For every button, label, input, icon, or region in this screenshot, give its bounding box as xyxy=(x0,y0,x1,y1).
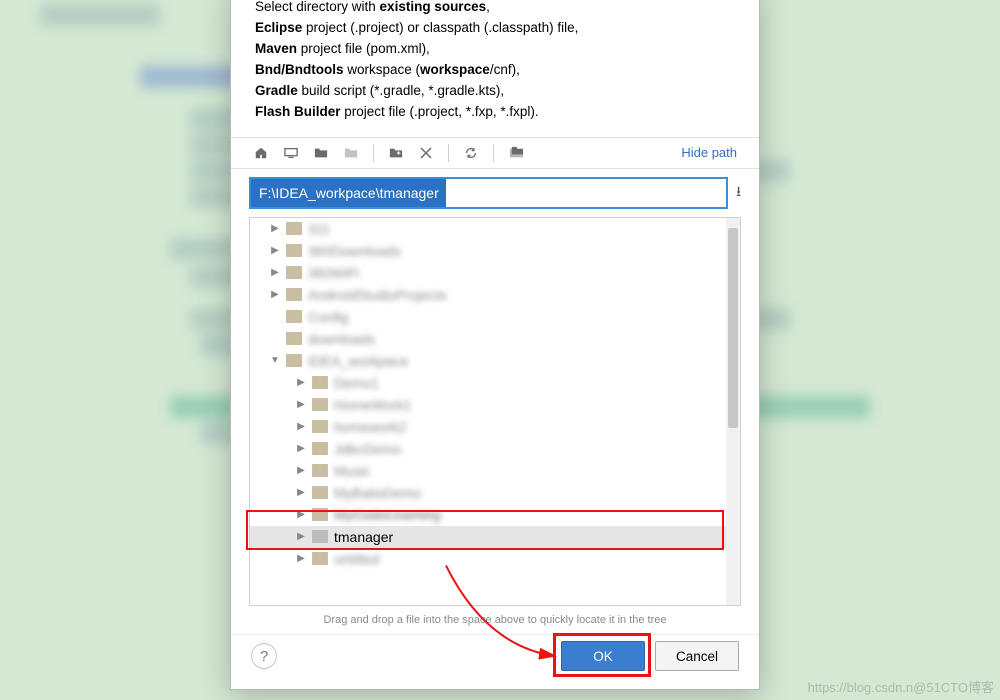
path-input[interactable]: F:\IDEA_workpace\tmanager xyxy=(249,177,728,209)
scrollbar-thumb[interactable] xyxy=(728,228,738,428)
path-row: F:\IDEA_workpace\tmanager ⭳ xyxy=(231,169,759,213)
tree-item[interactable]: ▶ homework2 xyxy=(250,416,740,438)
folder-icon xyxy=(286,266,302,279)
ok-button[interactable]: OK xyxy=(561,641,645,671)
tree-item-label: 311 xyxy=(308,221,330,237)
tree-item[interactable]: ▶ JdbcDemo xyxy=(250,438,740,460)
folder-icon xyxy=(312,464,328,477)
folder-icon xyxy=(286,310,302,323)
drag-drop-hint: Drag and drop a file into the space abov… xyxy=(231,608,759,634)
tree-item[interactable]: ▶ MyBatisDemo xyxy=(250,482,740,504)
expand-icon[interactable]: ▶ xyxy=(296,509,306,520)
tree-item-label: Music xyxy=(334,463,371,479)
tree-item-selected[interactable]: ▶ tmanager xyxy=(250,526,740,548)
tree-item[interactable]: Config xyxy=(250,306,740,328)
tree-item-label: 360WiFi xyxy=(308,265,359,281)
expand-icon[interactable]: ▶ xyxy=(296,443,306,454)
tree-item-label: Config xyxy=(308,309,348,325)
separator xyxy=(493,144,494,162)
tree-item[interactable]: ▼ IDEA_workpace xyxy=(250,350,740,372)
tree-item-label: HomeWork1 xyxy=(334,397,412,413)
expand-icon[interactable]: ▶ xyxy=(296,421,306,432)
folder-icon xyxy=(312,376,328,389)
help-button[interactable]: ? xyxy=(251,643,277,669)
folder-icon xyxy=(286,244,302,257)
tree-item-label: JdbcDemo xyxy=(334,441,401,457)
tree-item-label: AndroidStudioProjects xyxy=(308,287,447,303)
cancel-button[interactable]: Cancel xyxy=(655,641,739,671)
tree-item[interactable]: ▶ 360WiFi xyxy=(250,262,740,284)
expand-icon[interactable]: ▶ xyxy=(296,487,306,498)
tree-item[interactable]: ▶ HomeWork1 xyxy=(250,394,740,416)
dialog-button-row: ? OK Cancel xyxy=(231,634,759,689)
expand-icon[interactable]: ▶ xyxy=(270,289,280,300)
folder-icon xyxy=(312,420,328,433)
hide-path-link[interactable]: Hide path xyxy=(681,145,737,160)
tree-item-label: IDEA_workpace xyxy=(308,353,408,369)
delete-icon[interactable] xyxy=(418,145,434,161)
expand-icon[interactable]: ▶ xyxy=(270,267,280,278)
watermark: https://blog.csdn.n@51CTO博客 xyxy=(808,677,994,696)
expand-icon[interactable]: ▶ xyxy=(270,223,280,234)
tree-item[interactable]: ▶ Music xyxy=(250,460,740,482)
expand-icon[interactable]: ▶ xyxy=(296,399,306,410)
tree-item-label: downloads xyxy=(308,331,375,347)
import-project-dialog: Select directory with existing sources, … xyxy=(230,0,760,690)
file-chooser-toolbar: Hide path xyxy=(231,137,759,169)
tree-item-label: tmanager xyxy=(334,529,393,545)
project-icon[interactable] xyxy=(313,145,329,161)
folder-icon xyxy=(312,486,328,499)
expand-icon[interactable]: ▶ xyxy=(296,465,306,476)
expand-icon[interactable]: ▶ xyxy=(296,377,306,388)
folder-icon xyxy=(312,530,328,543)
module-icon[interactable] xyxy=(343,145,359,161)
instructions-text: Select directory with existing sources, … xyxy=(231,0,759,137)
expand-icon[interactable]: ▶ xyxy=(296,531,306,542)
tree-item[interactable]: ▶ Demo1 xyxy=(250,372,740,394)
separator xyxy=(448,144,449,162)
show-hidden-icon[interactable] xyxy=(508,145,524,161)
tree-item[interactable]: ▶ untitled xyxy=(250,548,740,570)
directory-tree[interactable]: ▶ 311 ▶ 360Downloads ▶ 360WiFi ▶ AndroidStudioP… xyxy=(249,217,741,606)
expand-icon[interactable]: ▶ xyxy=(270,245,280,256)
tree-item[interactable]: ▶ 311 xyxy=(250,218,740,240)
tree-item-label: MyBatisDemo xyxy=(334,485,421,501)
folder-icon xyxy=(286,222,302,235)
folder-icon xyxy=(286,288,302,301)
refresh-icon[interactable] xyxy=(463,145,479,161)
folder-icon xyxy=(312,398,328,411)
home-icon[interactable] xyxy=(253,145,269,161)
folder-icon xyxy=(286,332,302,345)
tree-item-label: homework2 xyxy=(334,419,406,435)
folder-icon xyxy=(312,552,328,565)
expand-icon[interactable]: ▼ xyxy=(270,355,280,366)
tree-item[interactable]: ▶ 360Downloads xyxy=(250,240,740,262)
folder-icon xyxy=(312,442,328,455)
tree-item-label: Demo1 xyxy=(334,375,379,391)
scrollbar[interactable] xyxy=(726,218,740,605)
tree-item-label: 360Downloads xyxy=(308,243,401,259)
tree-item-label: untitled xyxy=(334,551,379,567)
tree-item[interactable]: ▶ MyCodeLearning xyxy=(250,504,740,526)
download-icon[interactable]: ⭳ xyxy=(736,181,741,205)
tree-item[interactable]: ▶ AndroidStudioProjects xyxy=(250,284,740,306)
new-folder-icon[interactable] xyxy=(388,145,404,161)
desktop-icon[interactable] xyxy=(283,145,299,161)
tree-item[interactable]: downloads xyxy=(250,328,740,350)
folder-icon xyxy=(286,354,302,367)
expand-icon[interactable]: ▶ xyxy=(296,553,306,564)
tree-item-label: MyCodeLearning xyxy=(334,507,441,523)
folder-icon xyxy=(312,508,328,521)
separator xyxy=(373,144,374,162)
